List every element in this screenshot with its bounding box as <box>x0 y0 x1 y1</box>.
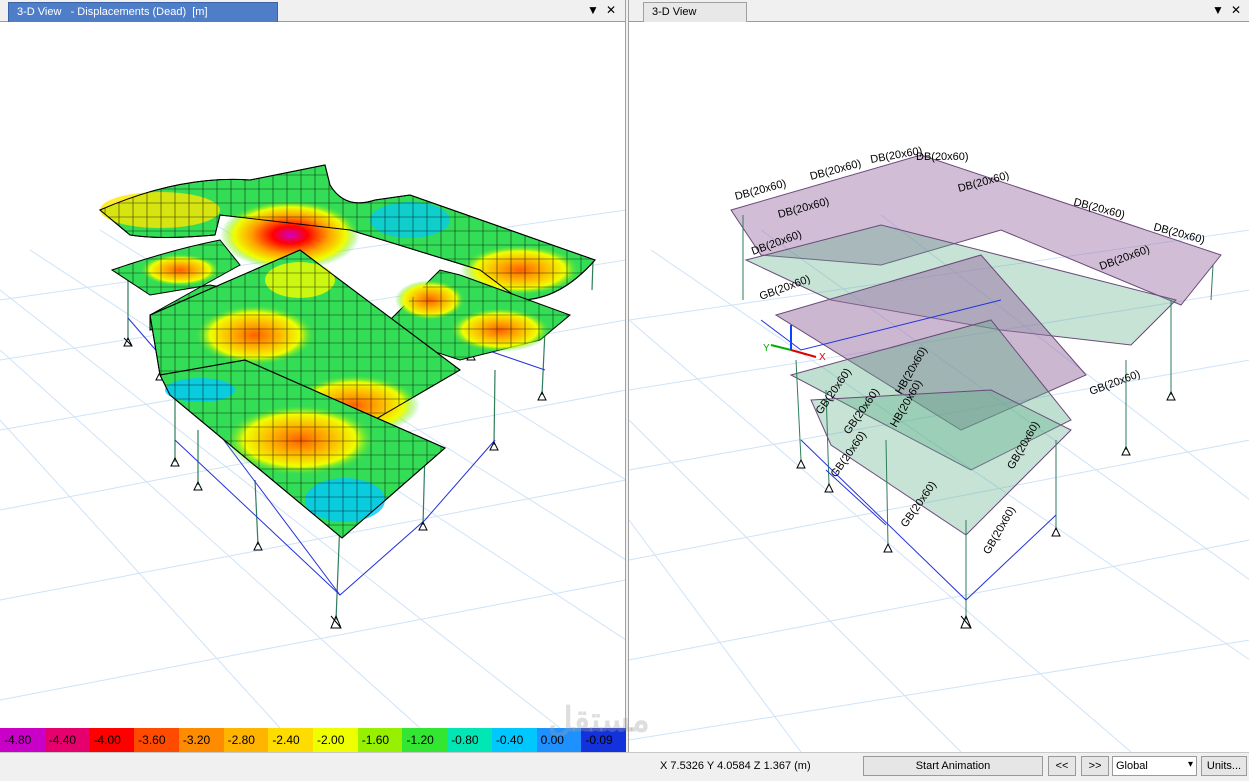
x-axis-label: X <box>819 352 826 363</box>
close-icon[interactable]: ✕ <box>1229 3 1243 17</box>
y-axis-label: Y <box>763 343 770 354</box>
legend-cell: -4.40 <box>44 728 90 752</box>
left-tab-bar: 3-D View - Displacements (Dead) [m] ▼ ✕ <box>0 0 625 22</box>
close-icon[interactable]: ✕ <box>604 3 618 17</box>
tab-3d-view[interactable]: 3-D View <box>643 2 747 22</box>
start-animation-button[interactable]: Start Animation <box>863 756 1043 776</box>
status-bar: X 7.5326 Y 4.0584 Z 1.367 (m) Start Anim… <box>0 752 1249 781</box>
legend-cell: -1.20 <box>402 728 448 752</box>
legend-cell: -1.60 <box>357 728 403 752</box>
chevron-down-icon[interactable]: ▼ <box>586 3 600 17</box>
legend-cell: -0.40 <box>491 728 537 752</box>
previous-step-button[interactable]: << <box>1048 756 1076 776</box>
displacement-model-drawing <box>0 164 625 728</box>
displacement-color-legend: -4.80 -4.40 -4.00 -3.60 -3.20 -2.80 -2.40 -2.00… <box>0 728 627 752</box>
watermark: مستقل <box>548 701 650 739</box>
legend-cell: -3.60 <box>134 728 179 752</box>
chevron-down-icon: ▾ <box>1187 759 1193 770</box>
model-3d-canvas[interactable]: Y X DB(20x60) DB(20x60) DB(20x60) DB(20x60)… <box>629 22 1249 752</box>
cursor-coordinates: X 7.5326 Y 4.0584 Z 1.367 (m) <box>660 760 811 772</box>
beam-label: DB(20x60) <box>916 151 969 163</box>
legend-cell: -2.40 <box>268 728 314 752</box>
tab-displacements-view[interactable]: 3-D View - Displacements (Dead) [m] <box>8 2 278 22</box>
coordinate-system-value: Global <box>1116 760 1148 772</box>
beam-label: GB(20x60) <box>1088 368 1142 397</box>
units-button[interactable]: Units... <box>1201 756 1247 776</box>
legend-cell: -2.80 <box>223 728 269 752</box>
legend-cell: -3.20 <box>178 728 224 752</box>
legend-cell: -4.80 <box>0 728 45 752</box>
legend-cell: -4.00 <box>89 728 135 752</box>
legend-cell: -2.00 <box>313 728 358 752</box>
displacement-view-pane: 3-D View - Displacements (Dead) [m] ▼ ✕ <box>0 0 626 752</box>
model-view-pane: 3-D View ▼ ✕ Y X DB(20x60) DB(20x60) DB(… <box>628 0 1249 752</box>
coordinate-system-select[interactable]: Global ▾ <box>1112 756 1197 776</box>
right-tab-bar: 3-D View ▼ ✕ <box>629 0 1249 22</box>
structural-model-drawing: Y X DB(20x60)DB(20x60)DB(20x60)DB(20x60)… <box>629 145 1249 752</box>
displacement-3d-canvas[interactable] <box>0 22 625 752</box>
legend-cell: -0.80 <box>447 728 492 752</box>
chevron-down-icon[interactable]: ▼ <box>1211 3 1225 17</box>
next-step-button[interactable]: >> <box>1081 756 1109 776</box>
